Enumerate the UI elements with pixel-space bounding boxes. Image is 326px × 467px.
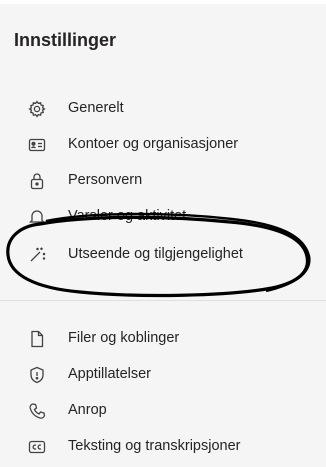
sidebar-item-appearance[interactable]: Utseende og tilgjengelighet xyxy=(0,237,326,273)
sidebar-item-label: Filer og koblinger xyxy=(68,330,180,346)
gear-icon xyxy=(28,100,46,118)
sidebar-item-app-permissions[interactable]: Apptillatelser xyxy=(0,357,326,393)
sidebar-item-general[interactable]: Generelt xyxy=(0,91,326,127)
sidebar-item-calls[interactable]: Anrop xyxy=(0,393,326,429)
bell-icon xyxy=(28,208,46,226)
sidebar-item-label: Utseende og tilgjengelighet xyxy=(68,246,243,262)
sidebar-item-label: Varsler og aktivitet xyxy=(68,208,187,224)
sidebar-item-label: Teksting og transkripsjoner xyxy=(68,438,241,454)
sidebar-item-files[interactable]: Filer og koblinger xyxy=(0,321,326,357)
lock-icon xyxy=(28,172,46,190)
page-title: Innstillinger xyxy=(14,30,117,50)
sidebar-item-accounts[interactable]: Kontoer og organisasjoner xyxy=(0,127,326,163)
phone-icon xyxy=(28,402,46,420)
sidebar-item-label: Anrop xyxy=(68,402,107,418)
file-icon xyxy=(28,330,46,348)
sidebar-item-label: Generelt xyxy=(68,100,124,116)
magic-wand-icon xyxy=(28,246,46,264)
sidebar-item-label: Personvern xyxy=(68,172,143,188)
settings-header: Innstillinger xyxy=(0,4,326,71)
sidebar-item-notifications[interactable]: Varsler og aktivitet xyxy=(0,199,326,235)
shield-icon xyxy=(28,366,46,384)
section-divider xyxy=(0,300,326,301)
settings-sidebar: Generelt Kontoer og organisasjoner Perso… xyxy=(0,70,326,467)
sidebar-item-captions[interactable]: Teksting og transkripsjoner xyxy=(0,429,326,465)
id-card-icon xyxy=(28,136,46,154)
sidebar-item-label: Apptillatelser xyxy=(68,366,152,382)
closed-captions-icon xyxy=(28,438,46,456)
sidebar-item-label: Kontoer og organisasjoner xyxy=(68,136,239,152)
sidebar-item-privacy[interactable]: Personvern xyxy=(0,163,326,199)
